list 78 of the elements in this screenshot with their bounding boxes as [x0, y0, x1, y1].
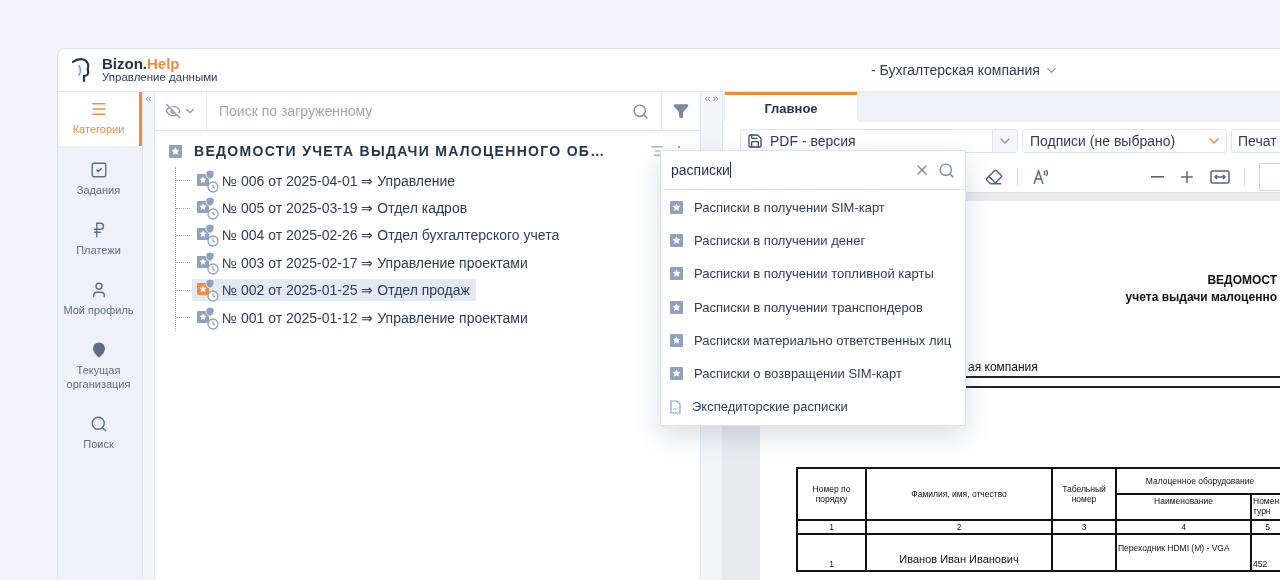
brand-name: Bizon.Help — [102, 56, 181, 72]
tree-item[interactable]: № 001 от 2025-01-12 ⇒ Управление проектами — [192, 306, 534, 329]
sidebar-item[interactable]: Поиск — [58, 406, 142, 461]
tree-item[interactable]: № 002 от 2025-01-25 ⇒ Отдел продаж — [192, 279, 476, 302]
read-aloud-button[interactable] — [1032, 168, 1050, 186]
table-header: Наименование — [1116, 494, 1251, 520]
plus-icon — [1178, 168, 1196, 186]
table-cell: 4 — [1116, 520, 1251, 534]
tree-item[interactable]: № 005 от 2025-03-19 ⇒ Отдел кадров — [192, 197, 474, 220]
print-button[interactable]: Печат — [1231, 129, 1280, 153]
search-result[interactable]: Расписки в получении денег — [661, 224, 965, 258]
sidebar-item[interactable]: Платежи — [58, 211, 142, 266]
sidebar-item[interactable]: Текущая организация — [58, 331, 142, 401]
document-status-icon — [196, 168, 220, 193]
star-document-icon — [670, 234, 683, 248]
table-cell: Переходник HDMI (M) - VGA — [1116, 534, 1251, 571]
checkbox-icon — [89, 161, 108, 179]
eraser-icon — [985, 168, 1003, 186]
organization-selector[interactable]: - Бухгалтерская компания — [871, 62, 1059, 78]
tree-item[interactable]: № 003 от 2025-02-17 ⇒ Управление проектами — [192, 251, 534, 274]
star-document-icon — [670, 201, 683, 215]
table-header: Фамилия, имя, отчество — [866, 468, 1052, 520]
sidebar-item[interactable]: Мой профиль — [58, 271, 142, 326]
star-document-icon — [670, 300, 683, 314]
search-result[interactable]: Расписки материально ответственных лиц — [661, 323, 965, 357]
table-header: Номер по порядку — [797, 468, 866, 520]
visibility-toggle[interactable] — [155, 92, 207, 130]
star-document-icon — [670, 267, 683, 281]
document-status-icon — [196, 250, 220, 275]
fit-width-icon — [1210, 169, 1230, 185]
sort-icon — [650, 144, 664, 158]
tree-item[interactable]: № 004 от 2025-02-26 ⇒ Отдел бухгалтерского учета — [192, 224, 566, 247]
table-cell: 3 — [1052, 520, 1116, 534]
page-input[interactable] — [1259, 163, 1280, 191]
table-cell: Иванов Иван Иванович — [866, 534, 1052, 571]
document-status-icon — [196, 278, 220, 303]
document-status-icon — [196, 305, 220, 330]
table-header: Табельный номер — [1052, 468, 1116, 520]
search-icon — [89, 415, 108, 434]
zoom-in-button[interactable] — [1178, 168, 1196, 186]
save-icon — [747, 133, 763, 149]
signature-select[interactable]: Подписи (не выбрано) — [1022, 129, 1227, 153]
search-result[interactable]: Экспедиторские расписки — [661, 390, 965, 424]
search-result[interactable]: Расписки в получении SIM-карт — [661, 191, 965, 225]
brand-subtitle: Управление данными — [102, 72, 218, 84]
menu-icon — [89, 100, 108, 118]
table-cell: 1 — [797, 534, 866, 571]
star-document-icon — [169, 144, 182, 158]
format-select[interactable]: PDF - версия — [740, 129, 1018, 153]
document-subtitle: учета выдачи малоценно — [1125, 290, 1277, 304]
search-result[interactable]: Расписки о возвращении SIM-карт — [661, 356, 965, 391]
search-result[interactable]: Расписки в получении транспондеров — [661, 290, 965, 324]
document-status-icon — [196, 223, 220, 248]
eraser-button[interactable] — [985, 168, 1003, 186]
document-organization: ая компания — [967, 360, 1039, 374]
minus-icon — [1151, 176, 1164, 178]
fit-width-button[interactable] — [1210, 169, 1230, 185]
search-input[interactable]: расписки — [671, 162, 731, 178]
filter-button[interactable] — [662, 92, 700, 130]
search-result[interactable]: Расписки в получении топливной карты — [661, 257, 965, 291]
star-document-icon — [670, 367, 683, 381]
table-cell: 1 — [797, 520, 866, 534]
filter-icon — [673, 103, 689, 119]
tree-title: ВЕДОМОСТИ УЧЕТА ВЫДАЧИ МАЛОЦЕННОГО ОБ… — [194, 143, 606, 159]
read-aloud-icon — [1032, 168, 1050, 186]
document-title: ВЕДОМОСТ — [1207, 273, 1277, 287]
search-field[interactable]: Поиск по загруженному — [207, 92, 624, 130]
document-icon — [670, 399, 681, 414]
tab[interactable]: Главное — [725, 92, 857, 122]
sidebar-item[interactable]: Задания — [58, 152, 142, 206]
tree-item[interactable]: № 006 от 2025-04-01 ⇒ Управление — [192, 169, 462, 192]
star-document-icon — [670, 333, 683, 347]
document-status-icon — [196, 196, 220, 221]
eye-off-icon — [164, 103, 181, 119]
table-cell: 2 — [866, 520, 1052, 534]
search-icon — [938, 161, 955, 179]
search-icon — [632, 102, 649, 120]
table-header: Малоценное оборудование — [1116, 468, 1280, 494]
